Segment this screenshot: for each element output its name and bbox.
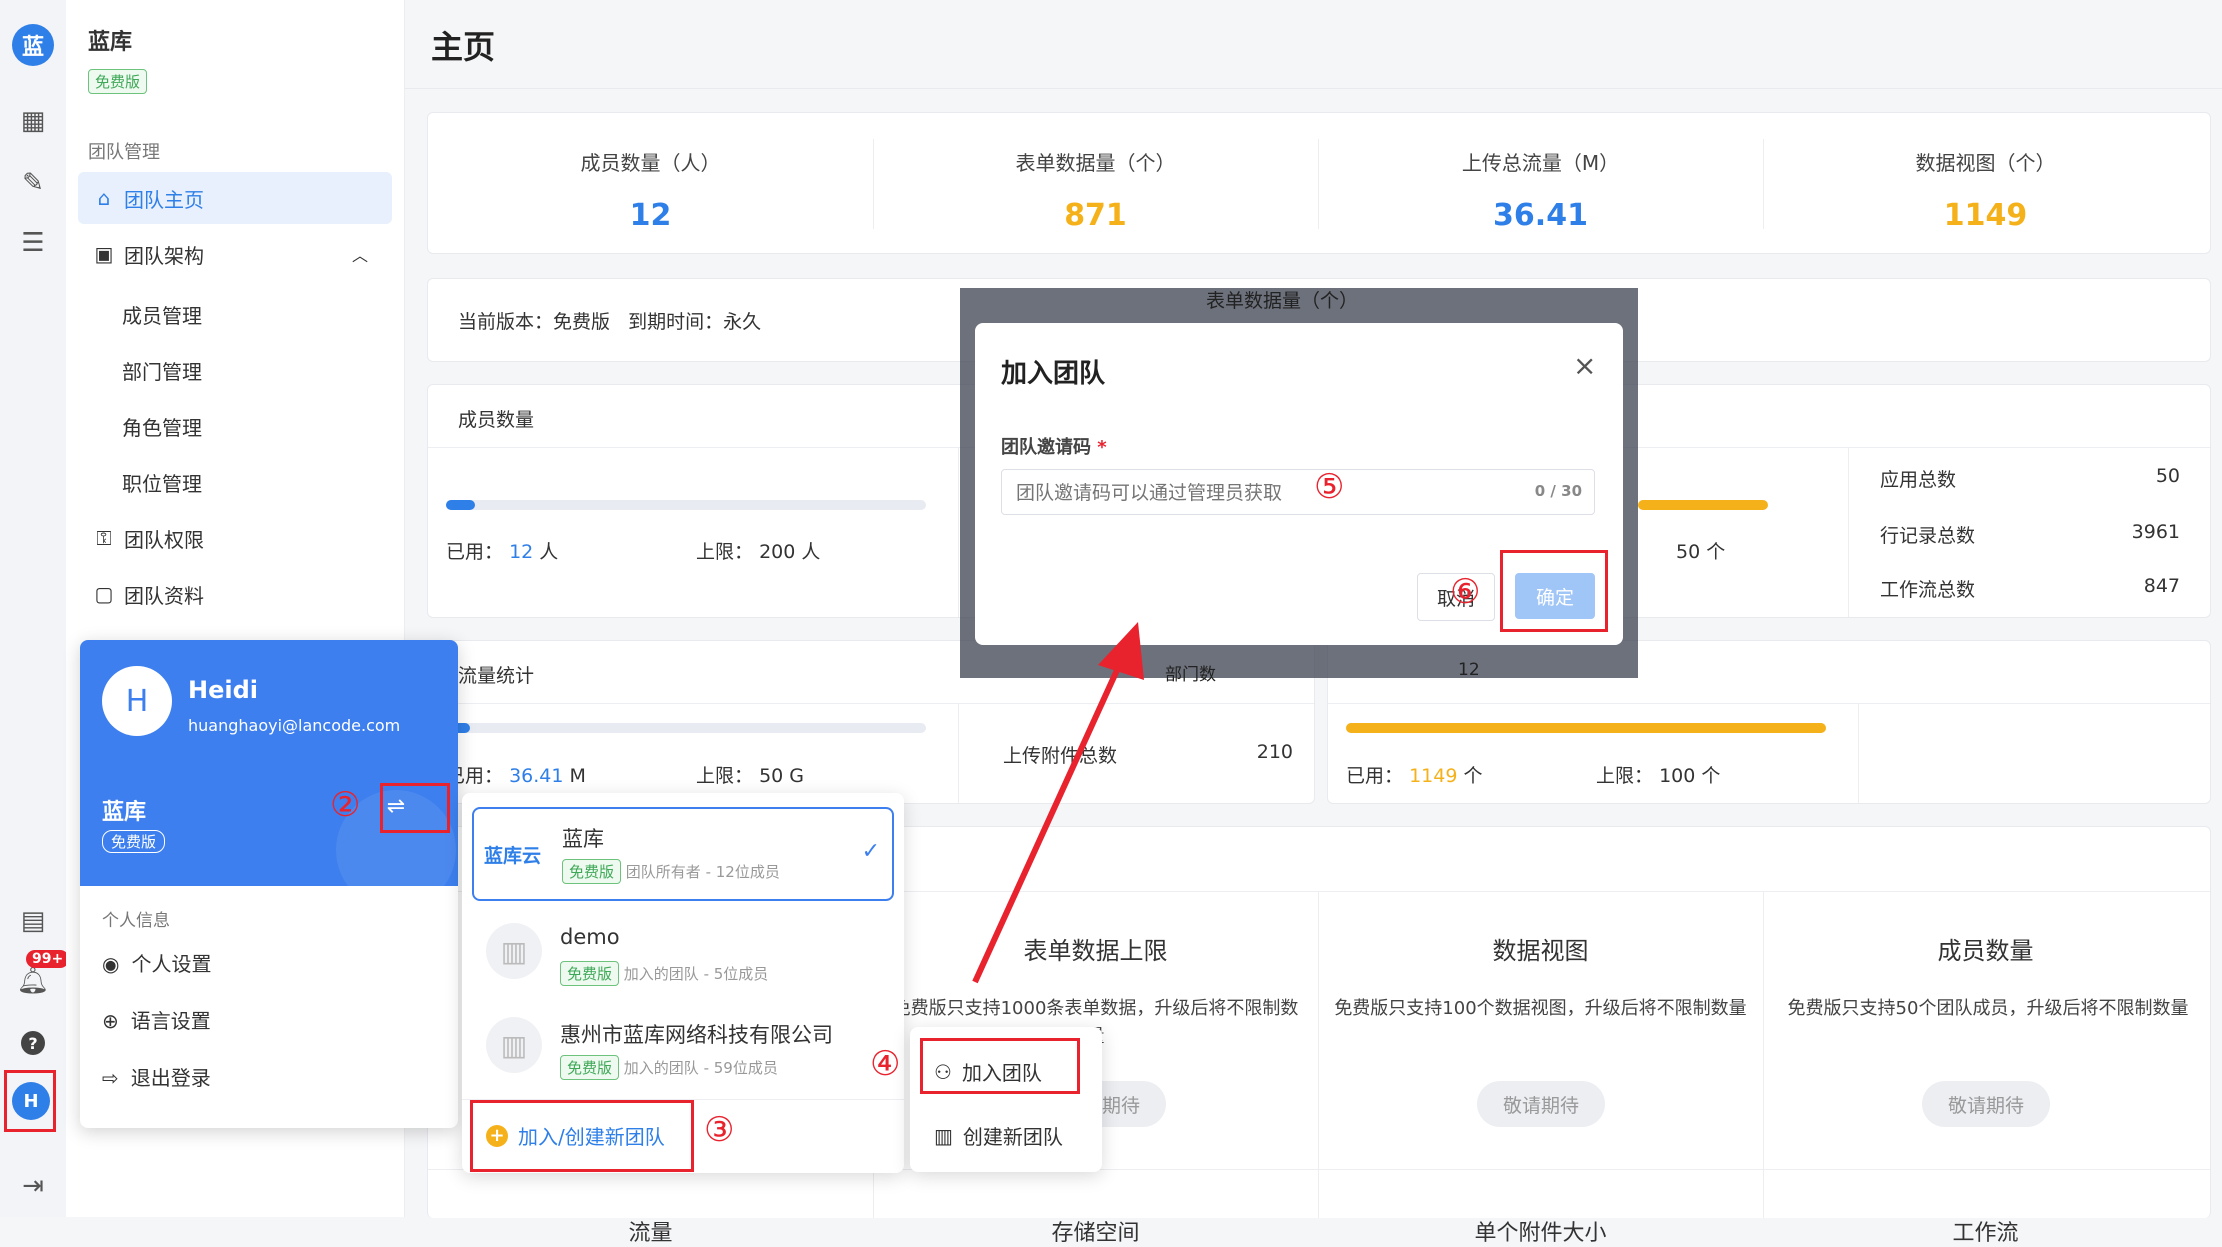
bottom-label-attachment: 单个附件大小 bbox=[1474, 1221, 1607, 1246]
red-arrow bbox=[972, 622, 1144, 984]
arrow-head bbox=[1098, 622, 1144, 680]
bottom-label-traffic: 流量 bbox=[628, 1221, 673, 1246]
arrow-line bbox=[972, 666, 1121, 984]
bottom-label-workflow: 工作流 bbox=[1952, 1221, 2019, 1246]
bottom-label-storage: 存储空间 bbox=[1051, 1221, 1140, 1246]
